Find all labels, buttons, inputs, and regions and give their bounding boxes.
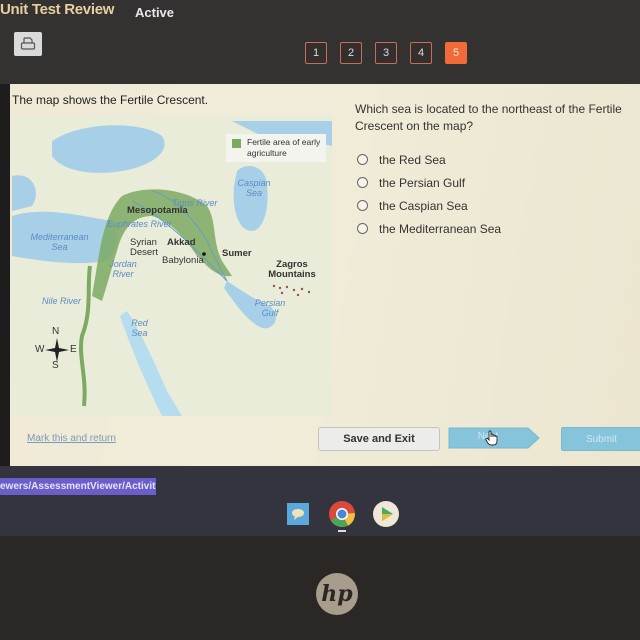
answer-options: the Red Sea the Persian Gulf the Caspian…: [357, 148, 501, 240]
option-label: the Caspian Sea: [379, 198, 468, 213]
map-label-babylonia: Babylonia: [162, 255, 204, 266]
radio-button[interactable]: [357, 223, 368, 234]
radio-button[interactable]: [357, 154, 368, 165]
hp-logo: hp: [316, 573, 358, 615]
status-label: Active: [135, 5, 175, 20]
question-3-button[interactable]: 3: [375, 42, 397, 64]
map-label-nile-river: Nile River: [42, 296, 82, 306]
status-url: ewers/AssessmentViewer/Activit...: [0, 478, 156, 495]
map-label-caspian-sea: Caspian Sea: [237, 178, 271, 198]
question-4-button[interactable]: 4: [410, 42, 432, 64]
fertile-crescent-map: Fertile area of early agriculture Caspia…: [12, 116, 332, 416]
submit-button[interactable]: Submit: [561, 427, 640, 451]
next-button[interactable]: Next: [448, 427, 540, 449]
map-label-euphrates-river: Euphrates River: [107, 219, 172, 229]
map-label-red-sea: Red Sea: [131, 318, 148, 338]
printer-icon: [20, 37, 36, 50]
radio-button[interactable]: [357, 177, 368, 188]
chat-app-icon[interactable]: [287, 503, 309, 525]
map-label-mesopotamia: Mesopotamia: [127, 205, 188, 216]
question-panel: The map shows the Fertile Crescent. Fert…: [0, 84, 640, 466]
map-legend: Fertile area of early agriculture: [226, 134, 326, 162]
save-and-exit-button[interactable]: Save and Exit: [318, 427, 440, 451]
option-label: the Mediterranean Sea: [379, 221, 502, 236]
compass-w: W: [35, 344, 45, 355]
compass-e: E: [70, 344, 77, 355]
map-label-persian-gulf: Persian Gulf: [254, 298, 286, 318]
option-caspian-sea[interactable]: the Caspian Sea: [357, 194, 501, 217]
laptop-bezel: hp: [0, 536, 640, 640]
map-label-jordan-river: Jordan River: [109, 259, 137, 279]
top-bar: Unit Test Review Active 1 2 3 4 5: [0, 0, 640, 84]
compass-n: N: [52, 326, 60, 337]
map-label-akkad: Akkad: [167, 237, 196, 248]
screen-edge: [0, 84, 10, 474]
chrome-icon[interactable]: [328, 500, 356, 533]
option-label: the Red Sea: [379, 152, 446, 167]
mark-and-return-link[interactable]: Mark this and return: [27, 433, 116, 444]
legend-text: Fertile area of early agriculture: [247, 137, 321, 158]
compass-star-icon: [45, 338, 69, 362]
os-shelf: [0, 466, 640, 536]
option-persian-gulf[interactable]: the Persian Gulf: [357, 171, 501, 194]
option-red-sea[interactable]: the Red Sea: [357, 148, 501, 171]
radio-button[interactable]: [357, 200, 368, 211]
question-navigation: 1 2 3 4 5: [305, 42, 467, 64]
map-label-mediterranean-sea: Mediterranean Sea: [30, 232, 89, 252]
option-mediterranean-sea[interactable]: the Mediterranean Sea: [357, 217, 501, 240]
hand-cursor-icon: [485, 430, 498, 446]
print-button[interactable]: [14, 32, 42, 56]
map-label-zagros-mountains: Zagros Mountains: [268, 259, 316, 280]
map-label-sumer: Sumer: [222, 248, 252, 259]
question-text: Which sea is located to the northeast of…: [355, 102, 622, 133]
question-5-button[interactable]: 5: [445, 42, 467, 64]
legend-swatch: [232, 139, 241, 148]
app-title: Unit Test Review: [0, 1, 115, 18]
active-app-indicator: [338, 530, 346, 532]
play-store-icon[interactable]: [372, 500, 400, 533]
question-1-button[interactable]: 1: [305, 42, 327, 64]
compass-rose: N W E S: [32, 326, 82, 376]
question-2-button[interactable]: 2: [340, 42, 362, 64]
option-label: the Persian Gulf: [379, 175, 466, 190]
map-prompt: The map shows the Fertile Crescent.: [12, 93, 209, 107]
